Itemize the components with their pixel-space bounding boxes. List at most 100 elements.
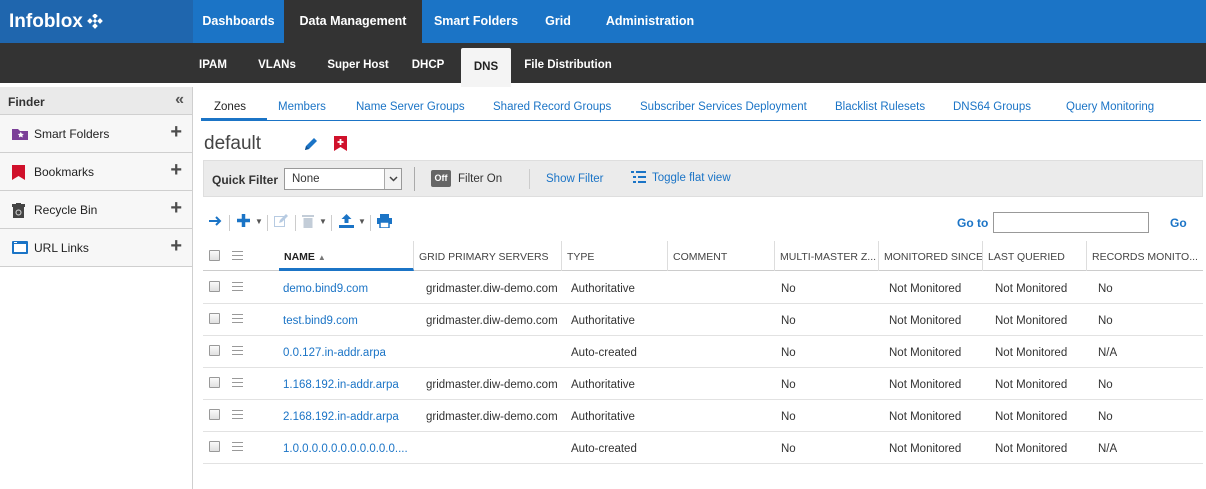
column-header-name[interactable]: NAME ▲: [279, 241, 414, 271]
edit-pencil-icon[interactable]: [304, 136, 319, 151]
row-action-menu-icon[interactable]: [232, 314, 243, 326]
zone-type-cell: Authoritative: [571, 315, 635, 327]
top-tab-smart-folders[interactable]: Smart Folders: [422, 0, 530, 43]
table-row[interactable]: 1.0.0.0.0.0.0.0.0.0.0.0.... Auto-created N…: [203, 432, 1203, 464]
zone-type-cell: Auto-created: [571, 347, 637, 359]
finder-item-smart-folders[interactable]: Smart Folders +: [0, 115, 192, 153]
edit-icon[interactable]: [274, 214, 288, 228]
add-icon[interactable]: [236, 213, 251, 228]
tab-query-monitoring[interactable]: Query Monitoring: [1066, 101, 1154, 113]
add-smart-folder-icon[interactable]: +: [170, 122, 182, 142]
column-header-comment[interactable]: COMMENT: [668, 241, 775, 271]
column-header-grid-primary-servers[interactable]: GRID PRIMARY SERVERS: [414, 241, 562, 271]
zone-name-link[interactable]: 0.0.127.in-addr.arpa: [283, 336, 386, 368]
chevron-down-icon[interactable]: [384, 169, 401, 189]
top-tab-administration[interactable]: Administration: [586, 0, 714, 43]
trash-icon[interactable]: [302, 214, 314, 228]
column-header-records-monitored[interactable]: RECORDS MONITO...: [1087, 241, 1203, 271]
select-all-checkbox[interactable]: [209, 250, 220, 261]
tab-shared-record-groups[interactable]: Shared Record Groups: [493, 101, 611, 113]
sub-tab-super-host[interactable]: Super Host: [322, 43, 394, 83]
sub-tab-vlans[interactable]: VLANs: [253, 43, 301, 83]
show-filter-link[interactable]: Show Filter: [546, 173, 604, 185]
sub-tab-ipam[interactable]: IPAM: [193, 43, 233, 83]
row-action-menu-icon[interactable]: [232, 442, 243, 454]
tab-subscriber-services-deployment[interactable]: Subscriber Services Deployment: [640, 101, 807, 113]
active-tab-underline: [201, 118, 267, 121]
last-queried-cell: Not Monitored: [995, 411, 1068, 423]
table-row[interactable]: test.bind9.com gridmaster.diw-demo.com Aut…: [203, 304, 1203, 336]
top-tab-grid[interactable]: Grid: [530, 0, 586, 43]
row-action-menu-icon[interactable]: [232, 410, 243, 422]
row-checkbox[interactable]: [209, 409, 220, 420]
delete-dropdown-caret-icon[interactable]: ▼: [319, 217, 327, 226]
brand-name: Infoblox: [9, 11, 83, 32]
row-action-menu-icon[interactable]: [232, 282, 243, 294]
sub-tab-file-distribution[interactable]: File Distribution: [523, 43, 613, 83]
row-checkbox[interactable]: [209, 313, 220, 324]
add-recycle-bin-icon[interactable]: +: [170, 198, 182, 218]
finder-item-label: URL Links: [34, 241, 89, 255]
top-tab-data-management[interactable]: Data Management: [284, 0, 422, 43]
grid-primary-server-cell: gridmaster.diw-demo.com: [426, 283, 558, 295]
arrow-right-icon[interactable]: [208, 214, 223, 228]
column-header-multi-master-zone[interactable]: MULTI-MASTER Z...: [775, 241, 879, 271]
sub-tab-dns[interactable]: DNS: [461, 48, 511, 90]
quick-filter-label: Quick Filter: [212, 173, 279, 187]
zone-name-link[interactable]: demo.bind9.com: [283, 272, 368, 304]
top-tab-dashboards[interactable]: Dashboards: [193, 0, 284, 43]
zone-name-link[interactable]: 1.168.192.in-addr.arpa: [283, 368, 399, 400]
last-queried-cell: Not Monitored: [995, 315, 1068, 327]
filter-toggle-switch[interactable]: Off: [431, 170, 451, 187]
flat-view-list-icon[interactable]: [631, 171, 646, 183]
column-header-label: NAME: [284, 251, 315, 263]
add-dropdown-caret-icon[interactable]: ▼: [255, 217, 263, 226]
add-bookmark-icon[interactable]: +: [170, 160, 182, 180]
go-to-input[interactable]: [993, 212, 1149, 233]
zone-name-link[interactable]: 1.0.0.0.0.0.0.0.0.0.0.0....: [283, 432, 408, 464]
tab-name-server-groups[interactable]: Name Server Groups: [356, 101, 465, 113]
row-checkbox[interactable]: [209, 441, 220, 452]
multi-master-cell: No: [781, 443, 796, 455]
sub-navigation-bar: IPAM VLANs Super Host DHCP DNS File Dist…: [0, 43, 1206, 90]
export-dropdown-caret-icon[interactable]: ▼: [358, 217, 366, 226]
tab-zones[interactable]: Zones: [214, 101, 246, 113]
bookmark-icon[interactable]: [334, 136, 347, 151]
sub-tab-dhcp[interactable]: DHCP: [408, 43, 448, 83]
row-action-menu-icon[interactable]: [232, 378, 243, 390]
infoblox-logo[interactable]: Infoblox: [0, 0, 193, 43]
zone-name-link[interactable]: 2.168.192.in-addr.arpa: [283, 400, 399, 432]
table-row[interactable]: 2.168.192.in-addr.arpa gridmaster.diw-dem…: [203, 400, 1203, 432]
column-header-monitored-since[interactable]: MONITORED SINCE: [879, 241, 983, 271]
finder-item-bookmarks[interactable]: Bookmarks +: [0, 153, 192, 191]
go-to-label: Go to: [957, 216, 989, 230]
quick-filter-select[interactable]: None: [284, 168, 402, 190]
top-navigation-bar: Infoblox Dashboards Data Management Smar…: [0, 0, 1206, 43]
tab-members[interactable]: Members: [278, 101, 326, 113]
table-row[interactable]: 1.168.192.in-addr.arpa gridmaster.diw-dem…: [203, 368, 1203, 400]
smart-folder-icon: [12, 129, 28, 140]
row-checkbox[interactable]: [209, 377, 220, 388]
print-icon[interactable]: [377, 214, 392, 228]
table-row[interactable]: 0.0.127.in-addr.arpa Auto-created No Not Mo…: [203, 336, 1203, 368]
add-url-link-icon[interactable]: +: [170, 236, 182, 256]
divider: [331, 215, 332, 231]
zone-name-link[interactable]: test.bind9.com: [283, 304, 358, 336]
row-action-menu-icon[interactable]: [232, 346, 243, 358]
column-menu-icon[interactable]: [232, 251, 243, 263]
url-link-icon: [12, 241, 28, 254]
multi-master-cell: No: [781, 315, 796, 327]
finder-item-url-links[interactable]: URL Links +: [0, 229, 192, 267]
finder-item-recycle-bin[interactable]: Recycle Bin +: [0, 191, 192, 229]
toggle-flat-view-link[interactable]: Toggle flat view: [652, 172, 731, 184]
export-upload-icon[interactable]: [339, 214, 354, 228]
column-header-type[interactable]: TYPE: [562, 241, 668, 271]
go-button[interactable]: Go: [1170, 216, 1187, 230]
table-row[interactable]: demo.bind9.com gridmaster.diw-demo.com Aut…: [203, 272, 1203, 304]
collapse-panel-icon[interactable]: «: [175, 91, 184, 109]
row-checkbox[interactable]: [209, 345, 220, 356]
tab-blacklist-rulesets[interactable]: Blacklist Rulesets: [835, 101, 925, 113]
row-checkbox[interactable]: [209, 281, 220, 292]
column-header-last-queried[interactable]: LAST QUERIED: [983, 241, 1087, 271]
tab-dns64-groups[interactable]: DNS64 Groups: [953, 101, 1031, 113]
